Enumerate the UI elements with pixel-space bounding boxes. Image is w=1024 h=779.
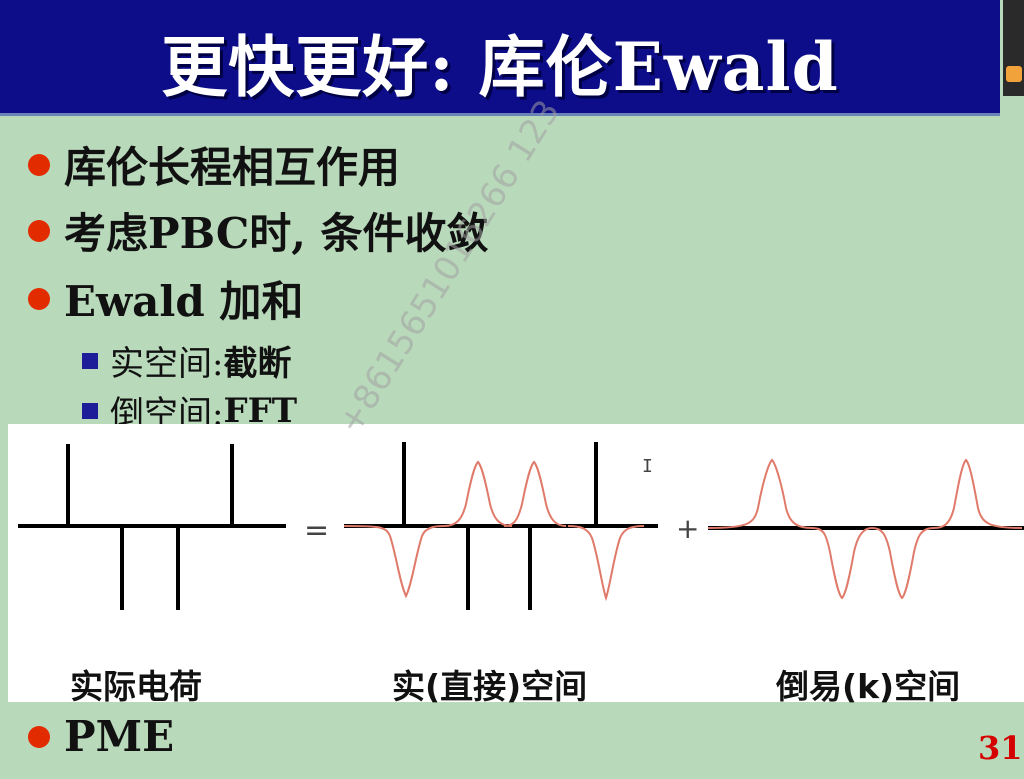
bullet-text: 库伦长程相互作用: [64, 143, 401, 192]
ewald-diagram: = + 实际电荷 实(直接)空间 倒易(k)空间: [8, 424, 1024, 706]
actual-charges-panel: [18, 444, 286, 610]
real-space-panel: [343, 442, 658, 610]
sub-bullet-square-icon: [82, 352, 98, 369]
text-cursor-icon: I: [642, 456, 653, 477]
caption-real-space: 实(直接)空间: [392, 667, 588, 706]
bullet-text: PME: [64, 712, 175, 761]
sub-bullet-value: 截断: [223, 344, 292, 384]
slide-title: 更快更好: 库伦Ewald: [161, 28, 839, 106]
bullet-dot-icon: [28, 219, 50, 242]
negative-gaussian: [343, 525, 445, 599]
reciprocal-space-panel: [707, 458, 1024, 600]
bullet-dot-icon: [28, 725, 50, 748]
positive-gaussian: [933, 458, 1023, 529]
bullet-item: Ewald 加和: [28, 268, 303, 329]
sub-bullet-item: 实空间: 截断: [82, 336, 291, 385]
plus-operator: +: [676, 512, 699, 545]
slide-title-bar: 更快更好: 库伦Ewald: [0, 0, 1000, 116]
negative-gaussian: [871, 527, 935, 600]
gaussian-curves: [343, 460, 645, 602]
equals-operator: =: [304, 513, 329, 548]
bullet-item: 库伦长程相互作用: [28, 134, 400, 195]
sub-bullet-square-icon: [82, 402, 98, 419]
negative-gaussian: [811, 527, 873, 600]
bullet-text: Ewald 加和: [64, 277, 304, 326]
negative-gaussian: [567, 525, 645, 602]
bullet-dot-icon: [28, 287, 50, 310]
caption-reciprocal-space: 倒易(k)空间: [776, 667, 961, 706]
bullet-item: 考虑PBC时, 条件收敛: [28, 200, 489, 261]
caption-actual-charges: 实际电荷: [70, 667, 202, 706]
page-number: 31: [978, 729, 1023, 767]
bullet-text: 考虑PBC时, 条件收敛: [64, 209, 489, 258]
positive-gaussian: [443, 460, 513, 527]
user-icon[interactable]: [1006, 66, 1022, 82]
positive-gaussian: [707, 458, 813, 529]
bullet-item: PME: [28, 712, 174, 761]
positive-gaussian: [503, 460, 567, 527]
bullet-dot-icon: [28, 153, 50, 176]
sub-bullet-label: 实空间:: [110, 344, 224, 384]
